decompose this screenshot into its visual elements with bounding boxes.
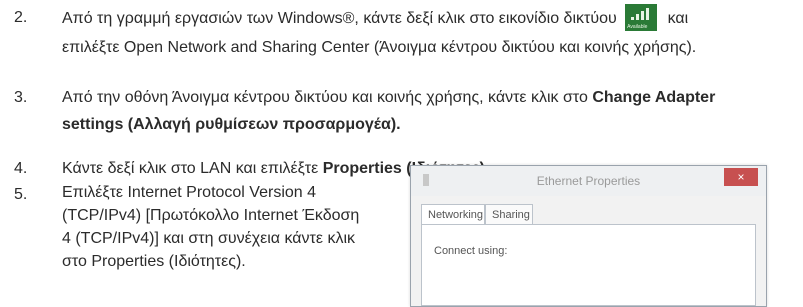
step-text: Από την οθόνη Άνοιγμα κέντρου δικτύου κα… xyxy=(62,84,802,138)
dialog-title: Ethernet Properties xyxy=(536,174,641,188)
step-number: 5. xyxy=(14,186,28,203)
connect-using-label: Connect using: xyxy=(434,245,508,257)
step-text-line: (TCP/IPv4) [Πρωτόκολλο Internet Έκδοση xyxy=(62,207,360,224)
bold-term: Change Adapter xyxy=(592,89,716,106)
step-text-line: Από τη γραμμή εργασιών των Windows®, κάν… xyxy=(62,10,617,27)
step-text-line: και xyxy=(667,10,689,27)
step-number: 3. xyxy=(14,89,28,106)
close-button[interactable]: × xyxy=(724,168,758,186)
step-text-line: Επιλέξτε Internet Protocol Version 4 xyxy=(62,184,317,201)
networking-panel: Connect using: xyxy=(421,224,756,306)
step-text-line: στο Properties (Ιδιότητες). xyxy=(62,253,246,270)
step-text-line: Από την οθόνη Άνοιγμα κέντρου δικτύου κα… xyxy=(62,89,593,106)
dialog-titlebar: Ethernet Properties × xyxy=(411,166,766,196)
step-number: 4. xyxy=(14,160,28,177)
step-text: Από τη γραμμή εργασιών των Windows®, κάν… xyxy=(62,4,802,61)
step-number: 2. xyxy=(14,9,28,26)
network-signal-icon: Available xyxy=(625,4,658,31)
tab-networking[interactable]: Networking xyxy=(421,204,485,225)
step-text-line: επιλέξτε Open Network and Sharing Center… xyxy=(62,39,697,56)
step-text-line: 4 (TCP/IPv4)] και στη συνέχεια κάντε κλι… xyxy=(62,230,355,247)
step-text: Επιλέξτε Internet Protocol Version 4 (TC… xyxy=(62,181,407,273)
step-text-line: Κάντε δεξί κλικ στο LAN και επιλέξτε xyxy=(62,160,323,177)
network-icon-label: Available xyxy=(627,24,648,30)
tab-sharing[interactable]: Sharing xyxy=(485,204,533,225)
ethernet-properties-dialog: Ethernet Properties × Networking Sharing… xyxy=(410,165,767,307)
bold-term: settings (Αλλαγή ρυθμίσεων προσαρμογέα). xyxy=(62,116,401,133)
